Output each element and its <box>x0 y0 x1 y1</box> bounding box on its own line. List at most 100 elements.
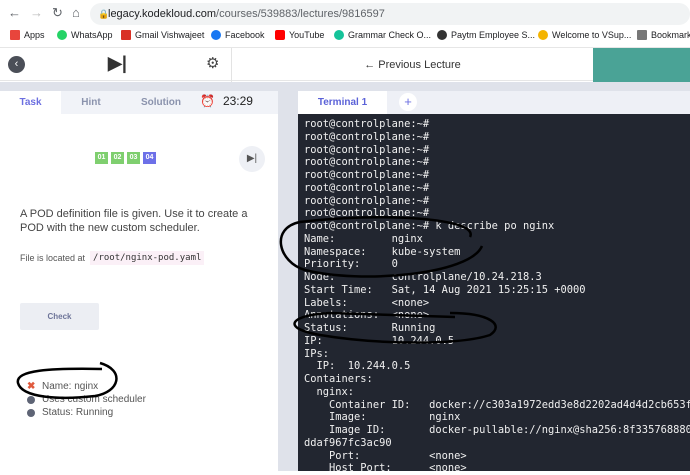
bookmark-label: Paytm Employee S... <box>451 30 536 40</box>
address-bar[interactable]: 🔒 legacy.kodekloud.com/courses/539883/lec… <box>90 3 690 25</box>
terminal-line: Host Port: <none> <box>304 462 467 475</box>
bookmark-youtube[interactable]: YouTube <box>275 26 324 44</box>
step-02[interactable]: 02 <box>111 152 124 164</box>
folder-icon <box>637 30 647 40</box>
bookmark-label: Apps <box>24 30 45 40</box>
youtube-icon <box>275 30 285 40</box>
terminal-line: root@controlplane:~# <box>304 156 430 169</box>
criterion-label: Status: Running <box>42 407 114 418</box>
back-arrow-icon[interactable]: ← <box>8 5 21 20</box>
alarm-clock-icon: ⏰ <box>200 94 215 108</box>
forward-arrow-icon[interactable]: → <box>30 5 43 20</box>
vsup-icon <box>538 30 548 40</box>
globe-icon <box>437 30 447 40</box>
task-description: A POD definition file is given. Use it t… <box>20 208 248 234</box>
bookmark-folder[interactable]: Bookmarks <box>637 26 690 44</box>
step-indicator: 01 02 03 04 <box>95 152 156 164</box>
terminal-line: Status: Running <box>304 322 436 334</box>
add-terminal-button[interactable]: + <box>399 93 417 111</box>
timer: ⏰ 23:29 <box>200 94 253 108</box>
file-path: /root/nginx-pod.yaml <box>90 251 205 265</box>
bookmark-whatsapp[interactable]: WhatsApp <box>57 26 113 44</box>
url-host: legacy.kodekloud.com <box>108 8 217 20</box>
apps-grid-icon <box>10 30 20 40</box>
terminal-panel: Terminal 1 + root@controlplane:~# root@co… <box>298 91 690 474</box>
facebook-icon <box>211 30 221 40</box>
task-tabs: Task Hint Solution ⏰ 23:29 <box>0 91 278 114</box>
bookmark-facebook[interactable]: Facebook <box>211 26 265 44</box>
x-icon: ✖ <box>27 381 36 392</box>
step-01[interactable]: 01 <box>95 152 108 164</box>
tab-terminal-1[interactable]: Terminal 1 <box>298 91 387 114</box>
previous-lecture-label: Previous Lecture <box>378 59 461 71</box>
terminal-line: Container ID: docker://c303a1972edd3e8d2… <box>304 398 690 411</box>
criterion-label: Uses custom scheduler <box>42 394 146 405</box>
timer-value: 23:29 <box>222 94 253 108</box>
bookmark-label: WhatsApp <box>71 30 113 40</box>
browser-chrome: ← → ↻ ⌂ 🔒 legacy.kodekloud.com/courses/53… <box>0 0 690 46</box>
whatsapp-icon <box>57 30 67 40</box>
file-location: File is located at/root/nginx-pod.yaml <box>20 251 205 265</box>
terminal-line: IP: 10.244.0.5 <box>304 334 455 347</box>
lab-header: ‹ ▶| ⚙ ← Previous Lecture <box>0 47 690 82</box>
terminal-line: Containers: <box>304 373 373 385</box>
bullet-icon <box>27 408 35 417</box>
terminal-line: Port: <none> <box>304 449 467 462</box>
check-button[interactable]: Check <box>20 303 99 330</box>
criterion-failed: ✖ Name: nginx <box>27 381 98 392</box>
bookmark-vsup[interactable]: Welcome to VSup... <box>538 26 631 44</box>
criterion-pending: Uses custom scheduler <box>27 394 146 405</box>
terminal-output[interactable]: root@controlplane:~# root@controlplane:~#… <box>304 118 690 475</box>
terminal-line: nginx: <box>304 385 355 398</box>
bookmark-label: Grammar Check O... <box>348 30 432 40</box>
home-icon[interactable]: ⌂ <box>72 5 80 20</box>
terminal-line: root@controlplane:~# <box>304 143 430 156</box>
collapse-back-button[interactable]: ‹ <box>8 56 25 73</box>
terminal-line: Namespace: kube-system <box>304 245 461 258</box>
terminal-line: Labels: <none> <box>304 296 430 309</box>
grammar-icon <box>334 30 344 40</box>
terminal-line: root@controlplane:~# <box>304 181 430 194</box>
terminal-line: Image: nginx <box>304 411 461 424</box>
gmail-icon <box>121 30 131 40</box>
terminal-tabs: Terminal 1 + <box>298 91 690 114</box>
tab-hint[interactable]: Hint <box>61 91 121 114</box>
terminal-line: ddaf967fc3ac90 <box>304 436 392 449</box>
terminal-line: root@controlplane:~# <box>304 130 430 143</box>
terminal-line: IPs: <box>304 347 330 360</box>
step-03[interactable]: 03 <box>127 152 140 164</box>
tab-solution[interactable]: Solution <box>128 91 194 114</box>
reload-icon[interactable]: ↻ <box>52 5 63 21</box>
bookmark-gmail[interactable]: Gmail Vishwajeet <box>121 26 204 44</box>
terminal-line: Node: controlplane/10.24.218.3 <box>304 271 542 283</box>
bookmark-label: Facebook <box>225 30 265 40</box>
task-panel: Task Hint Solution ⏰ 23:29 01 02 03 04 ▶|… <box>0 91 278 471</box>
criterion-label: Name: nginx <box>42 381 99 392</box>
previous-lecture-button[interactable]: ← Previous Lecture <box>232 48 593 82</box>
next-step-button[interactable]: ▶| <box>239 146 265 172</box>
tab-task[interactable]: Task <box>0 91 61 114</box>
step-04[interactable]: 04 <box>143 152 156 164</box>
bookmark-grammar[interactable]: Grammar Check O... <box>334 26 431 44</box>
criterion-pending: Status: Running <box>27 407 113 418</box>
bookmark-label: Bookmarks <box>651 30 690 40</box>
bookmark-paytm[interactable]: Paytm Employee S... <box>437 26 535 44</box>
lock-icon: 🔒 <box>98 9 110 19</box>
terminal-line: Image ID: docker-pullable://nginx@sha256… <box>304 424 690 436</box>
terminal-line: root@controlplane:~# <box>304 169 430 181</box>
gear-icon[interactable]: ⚙ <box>206 54 219 72</box>
url-path: /courses/539883/lectures/9816597 <box>216 8 385 20</box>
terminal-line: root@controlplane:~# k describe po nginx <box>304 220 555 232</box>
terminal-line: root@controlplane:~# <box>304 207 430 220</box>
terminal-line: Priority: 0 <box>304 258 398 271</box>
skip-next-icon: ▶| <box>246 153 258 164</box>
skip-icon[interactable]: ▶| <box>108 53 127 74</box>
bookmark-label: Gmail Vishwajeet <box>135 30 205 40</box>
terminal-line: Start Time: Sat, 14 Aug 2021 15:25:15 +0… <box>304 283 586 296</box>
bookmark-label: Welcome to VSup... <box>552 30 632 40</box>
file-label: File is located at <box>20 253 86 263</box>
bookmark-label: YouTube <box>289 30 325 40</box>
bookmark-apps[interactable]: Apps <box>10 26 45 44</box>
bullet-icon <box>27 395 35 404</box>
next-lecture-button[interactable] <box>593 48 690 82</box>
